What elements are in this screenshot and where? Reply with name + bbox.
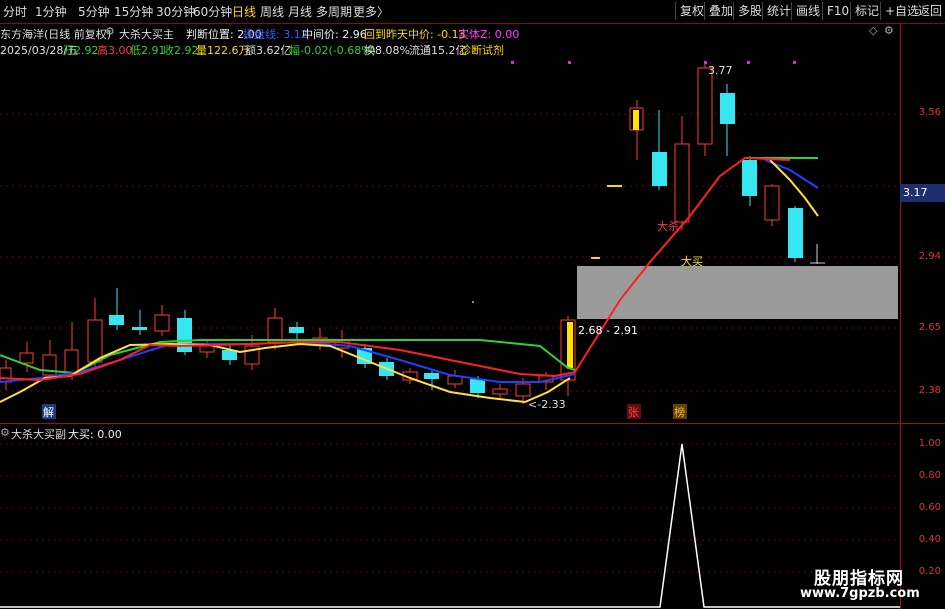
kline-chart[interactable]: 3.77 <-2.33 2.68 - 2.91 大杀 大买 解 张 榜 <box>0 0 900 609</box>
candle <box>87 319 103 363</box>
candle <box>720 93 735 124</box>
axis-tick: 2.65 <box>918 322 941 333</box>
signal-dot <box>704 61 707 64</box>
axis-tick: 3.56 <box>918 107 941 118</box>
candle <box>154 314 170 332</box>
axis-tick: 0.80 <box>918 470 941 481</box>
sub-indicator-value: 大买: 0.00 <box>68 428 122 441</box>
signal-dot <box>793 61 796 64</box>
price-axis: 3.56 2.94 2.65 2.38 1.00 0.80 0.60 0.40 … <box>900 23 945 609</box>
candle <box>267 317 283 343</box>
low-price-annotation: <-2.33 <box>528 398 566 411</box>
volume-highlight-bar <box>633 110 639 130</box>
candle <box>289 327 304 333</box>
signal-dot <box>568 61 571 64</box>
candle <box>492 388 508 395</box>
axis-tick: 2.94 <box>918 251 941 262</box>
candle <box>0 367 12 383</box>
dasha-label: 大杀 <box>657 219 679 233</box>
axis-tick: 0.60 <box>918 502 941 513</box>
pane-divider[interactable] <box>0 423 945 424</box>
candle <box>109 315 124 325</box>
axis-tick: 1.00 <box>918 438 941 449</box>
candle <box>470 379 485 393</box>
candle <box>64 349 79 375</box>
range-annotation: 2.68 - 2.91 <box>578 324 638 337</box>
candle <box>19 352 34 364</box>
blue-ma-line <box>0 340 576 383</box>
candle <box>697 67 713 145</box>
site-watermark: 股朋指标网 www.7gpzb.com <box>792 560 945 609</box>
high-price-annotation: 3.77 <box>708 64 733 77</box>
candle <box>199 345 215 353</box>
candle <box>515 383 531 397</box>
sub-indicator-name[interactable]: 大杀大买副 <box>11 426 66 442</box>
candle <box>764 185 780 221</box>
candle <box>788 208 803 258</box>
signal-dot <box>472 301 474 303</box>
jie-badge[interactable]: 解 <box>43 405 54 419</box>
sub-settings-icon[interactable]: ⚙ <box>0 426 10 439</box>
candle <box>132 327 147 330</box>
damai-spike-line <box>0 443 900 608</box>
candle <box>424 373 439 379</box>
back-button[interactable]: 返回 <box>914 2 945 20</box>
candle <box>652 152 667 186</box>
watermark-url: www.7gpzb.com <box>800 586 920 601</box>
low-price-value: 2.33 <box>541 398 566 411</box>
candle <box>674 143 690 223</box>
low-arrow: <- <box>528 398 541 411</box>
bang-badge[interactable]: 榜 <box>674 405 685 419</box>
signal-dot <box>511 61 514 64</box>
damai-label: 大买 <box>681 254 703 268</box>
candle <box>742 160 757 196</box>
zhang-badge[interactable]: 张 <box>628 406 639 419</box>
axis-tick: 2.38 <box>918 385 941 396</box>
current-price-tag: 3.17 <box>900 184 945 202</box>
volume-highlight-bar <box>567 322 573 368</box>
axis-tick: 0.40 <box>918 534 941 545</box>
signal-dot <box>747 61 750 64</box>
